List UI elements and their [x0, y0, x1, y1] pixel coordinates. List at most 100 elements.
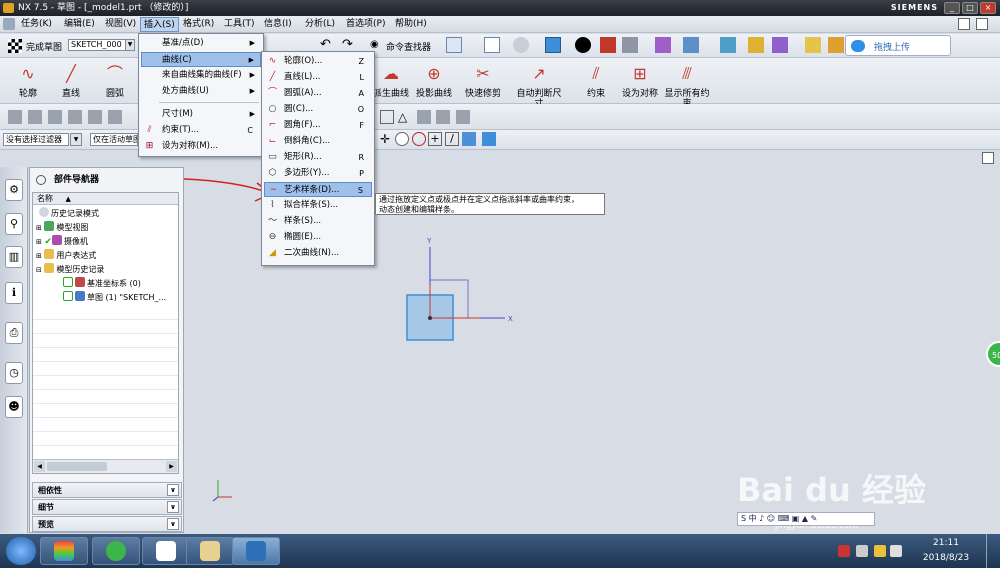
expand-icon[interactable]: ⊞	[36, 252, 42, 260]
close-doc-icon[interactable]	[976, 18, 988, 30]
sketch-name-select[interactable]: SKETCH_000	[68, 39, 126, 51]
chevron-down-icon[interactable]: ▼	[70, 133, 82, 146]
table-icon[interactable]	[720, 37, 736, 53]
shape-3-icon[interactable]	[456, 110, 470, 124]
curve-arc[interactable]: ⌒ 圆弧(A)... A	[264, 86, 372, 101]
menu-edit[interactable]: 编辑(E)	[61, 17, 98, 32]
pin-icon[interactable]	[36, 175, 46, 185]
render-style-icon[interactable]	[575, 37, 591, 53]
insert-curve[interactable]: 曲线(C) ▶	[141, 52, 261, 67]
insert-make-symmetric[interactable]: ⊞ 设为对称(M)...	[141, 139, 261, 154]
layer-icon[interactable]	[600, 37, 616, 53]
redo-icon[interactable]: ↷	[342, 38, 356, 52]
badge[interactable]: 50	[986, 341, 1000, 367]
menu-preferences[interactable]: 首选项(P)	[343, 17, 388, 32]
roles-icon[interactable]: ⎙	[5, 322, 23, 344]
history-icon[interactable]: ◷	[5, 362, 23, 384]
show-desktop-button[interactable]	[986, 534, 1000, 568]
menu-info[interactable]: 信息(I)	[261, 17, 295, 32]
cube-view-icon[interactable]	[545, 37, 561, 53]
tree-row-camera[interactable]: ⊞ ✔ 摄像机	[36, 235, 88, 249]
snap-cross-icon[interactable]: +	[428, 132, 442, 146]
sort-up-icon[interactable]: ▲	[66, 195, 71, 203]
taskbar-app-3[interactable]	[142, 537, 190, 565]
menu-analysis[interactable]: 分析(L)	[302, 17, 338, 32]
hide-icon[interactable]	[622, 37, 638, 53]
square-shape-icon[interactable]	[380, 110, 394, 124]
snap-point-icon[interactable]: ✛	[380, 132, 394, 146]
curve-conic[interactable]: ◢ 二次曲线(N)...	[264, 246, 372, 261]
scroll-thumb[interactable]	[47, 462, 107, 471]
command-finder-button[interactable]: 命令查找器	[386, 40, 431, 53]
insert-datum-point[interactable]: 基准/点(D) ▶	[141, 36, 261, 51]
scope-filter-select[interactable]: 仅在活动草图	[90, 133, 138, 146]
snap-icon[interactable]	[683, 37, 699, 53]
expand-icon[interactable]: ⊞	[36, 224, 42, 232]
restore-doc-icon[interactable]	[958, 18, 970, 30]
selection-icon[interactable]	[446, 37, 462, 53]
angle-icon[interactable]	[828, 37, 844, 53]
tree-column-header[interactable]: 名称 ▲	[33, 193, 178, 205]
menu-view[interactable]: 视图(V)	[102, 17, 139, 32]
close-button[interactable]: ×	[980, 2, 996, 14]
snap-curve-icon[interactable]	[462, 132, 476, 146]
panel-dependencies[interactable]: 相依性 ∨	[32, 482, 182, 498]
curve-fillet[interactable]: ⌐ 圆角(F)... F	[264, 118, 372, 133]
pad-icon[interactable]	[108, 110, 122, 124]
snap-cube-icon[interactable]	[482, 132, 496, 146]
shape-icon[interactable]	[417, 110, 431, 124]
hole-icon[interactable]	[48, 110, 62, 124]
insert-curve-from-curves[interactable]: 来自曲线集的曲线(F) ▶	[141, 68, 261, 83]
horizontal-scrollbar[interactable]: ◀ ▶	[33, 459, 178, 473]
constraint-navigator-icon[interactable]: ⚲	[5, 213, 23, 235]
finish-sketch-button[interactable]: 完成草图	[26, 40, 62, 53]
taskbar-app-4[interactable]	[186, 537, 234, 565]
tree-row-model-history[interactable]: ⊟ 模型历史记录	[36, 263, 104, 277]
tree-row-user-expressions[interactable]: ⊞ 用户表达式	[36, 249, 96, 263]
curve-profile[interactable]: ∿ 轮廓(O)... Z	[264, 54, 372, 69]
fit-view-icon[interactable]	[982, 152, 994, 164]
view-fit-icon[interactable]	[484, 37, 500, 53]
type-filter-select[interactable]: 没有选择过滤器	[3, 133, 69, 146]
revolve-icon[interactable]	[28, 110, 42, 124]
chevron-down-icon[interactable]: ∨	[167, 484, 179, 496]
tray-icon[interactable]	[874, 545, 886, 557]
shape-2-icon[interactable]	[436, 110, 450, 124]
checkbox-icon[interactable]	[63, 291, 73, 301]
taskbar-app-nx[interactable]	[232, 537, 280, 565]
undo-icon[interactable]: ↶	[320, 38, 334, 52]
triangle-shape-icon[interactable]: △	[398, 110, 412, 124]
tray-icon[interactable]	[838, 545, 850, 557]
curve-line[interactable]: ╱ 直线(L)... L	[264, 70, 372, 85]
assembly-navigator-icon[interactable]: ⚙	[5, 179, 23, 201]
tray-icon[interactable]	[856, 545, 868, 557]
curve-polygon[interactable]: ⬡ 多边形(Y)... P	[264, 166, 372, 181]
curve-rectangle[interactable]: ▭ 矩形(R)... R	[264, 150, 372, 165]
boss-icon[interactable]	[68, 110, 82, 124]
chevron-down-icon[interactable]: ∨	[167, 501, 179, 513]
tree-row-history-mode[interactable]: 历史记录模式	[39, 207, 99, 221]
menu-format[interactable]: 格式(R)	[180, 17, 217, 32]
analysis-icon[interactable]	[748, 37, 764, 53]
insert-recipe-curve[interactable]: 处方曲线(U) ▶	[141, 84, 261, 99]
chevron-down-icon[interactable]: ▼	[125, 39, 135, 51]
extrude-icon[interactable]	[8, 110, 22, 124]
upload-widget[interactable]: 拖拽上传	[845, 35, 951, 56]
menu-help[interactable]: 帮助(H)	[392, 17, 430, 32]
menu-tools[interactable]: 工具(T)	[221, 17, 258, 32]
wcs-icon[interactable]	[655, 37, 671, 53]
taskbar-app-1[interactable]	[40, 537, 88, 565]
tree-row-sketch[interactable]: 草图 (1) "SKETCH_...	[63, 291, 166, 305]
taskbar-app-2[interactable]	[92, 537, 140, 565]
measure-icon[interactable]	[772, 37, 788, 53]
expand-icon[interactable]: ⊞	[36, 238, 42, 246]
curve-circle[interactable]: ○ 圆(C)... O	[264, 102, 372, 117]
menu-insert[interactable]: 插入(S)	[140, 17, 179, 32]
info-icon[interactable]: ℹ	[5, 282, 23, 304]
part-navigator-icon[interactable]: ▥	[5, 246, 23, 268]
checkbox-icon[interactable]	[63, 277, 73, 287]
start-button[interactable]	[6, 537, 36, 565]
curve-spline[interactable]: 〜样条(S)...	[264, 214, 372, 229]
app-menu-icon[interactable]	[3, 18, 15, 30]
curve-studio-spline[interactable]: ∼ 艺术样条(D)... S	[264, 182, 372, 197]
